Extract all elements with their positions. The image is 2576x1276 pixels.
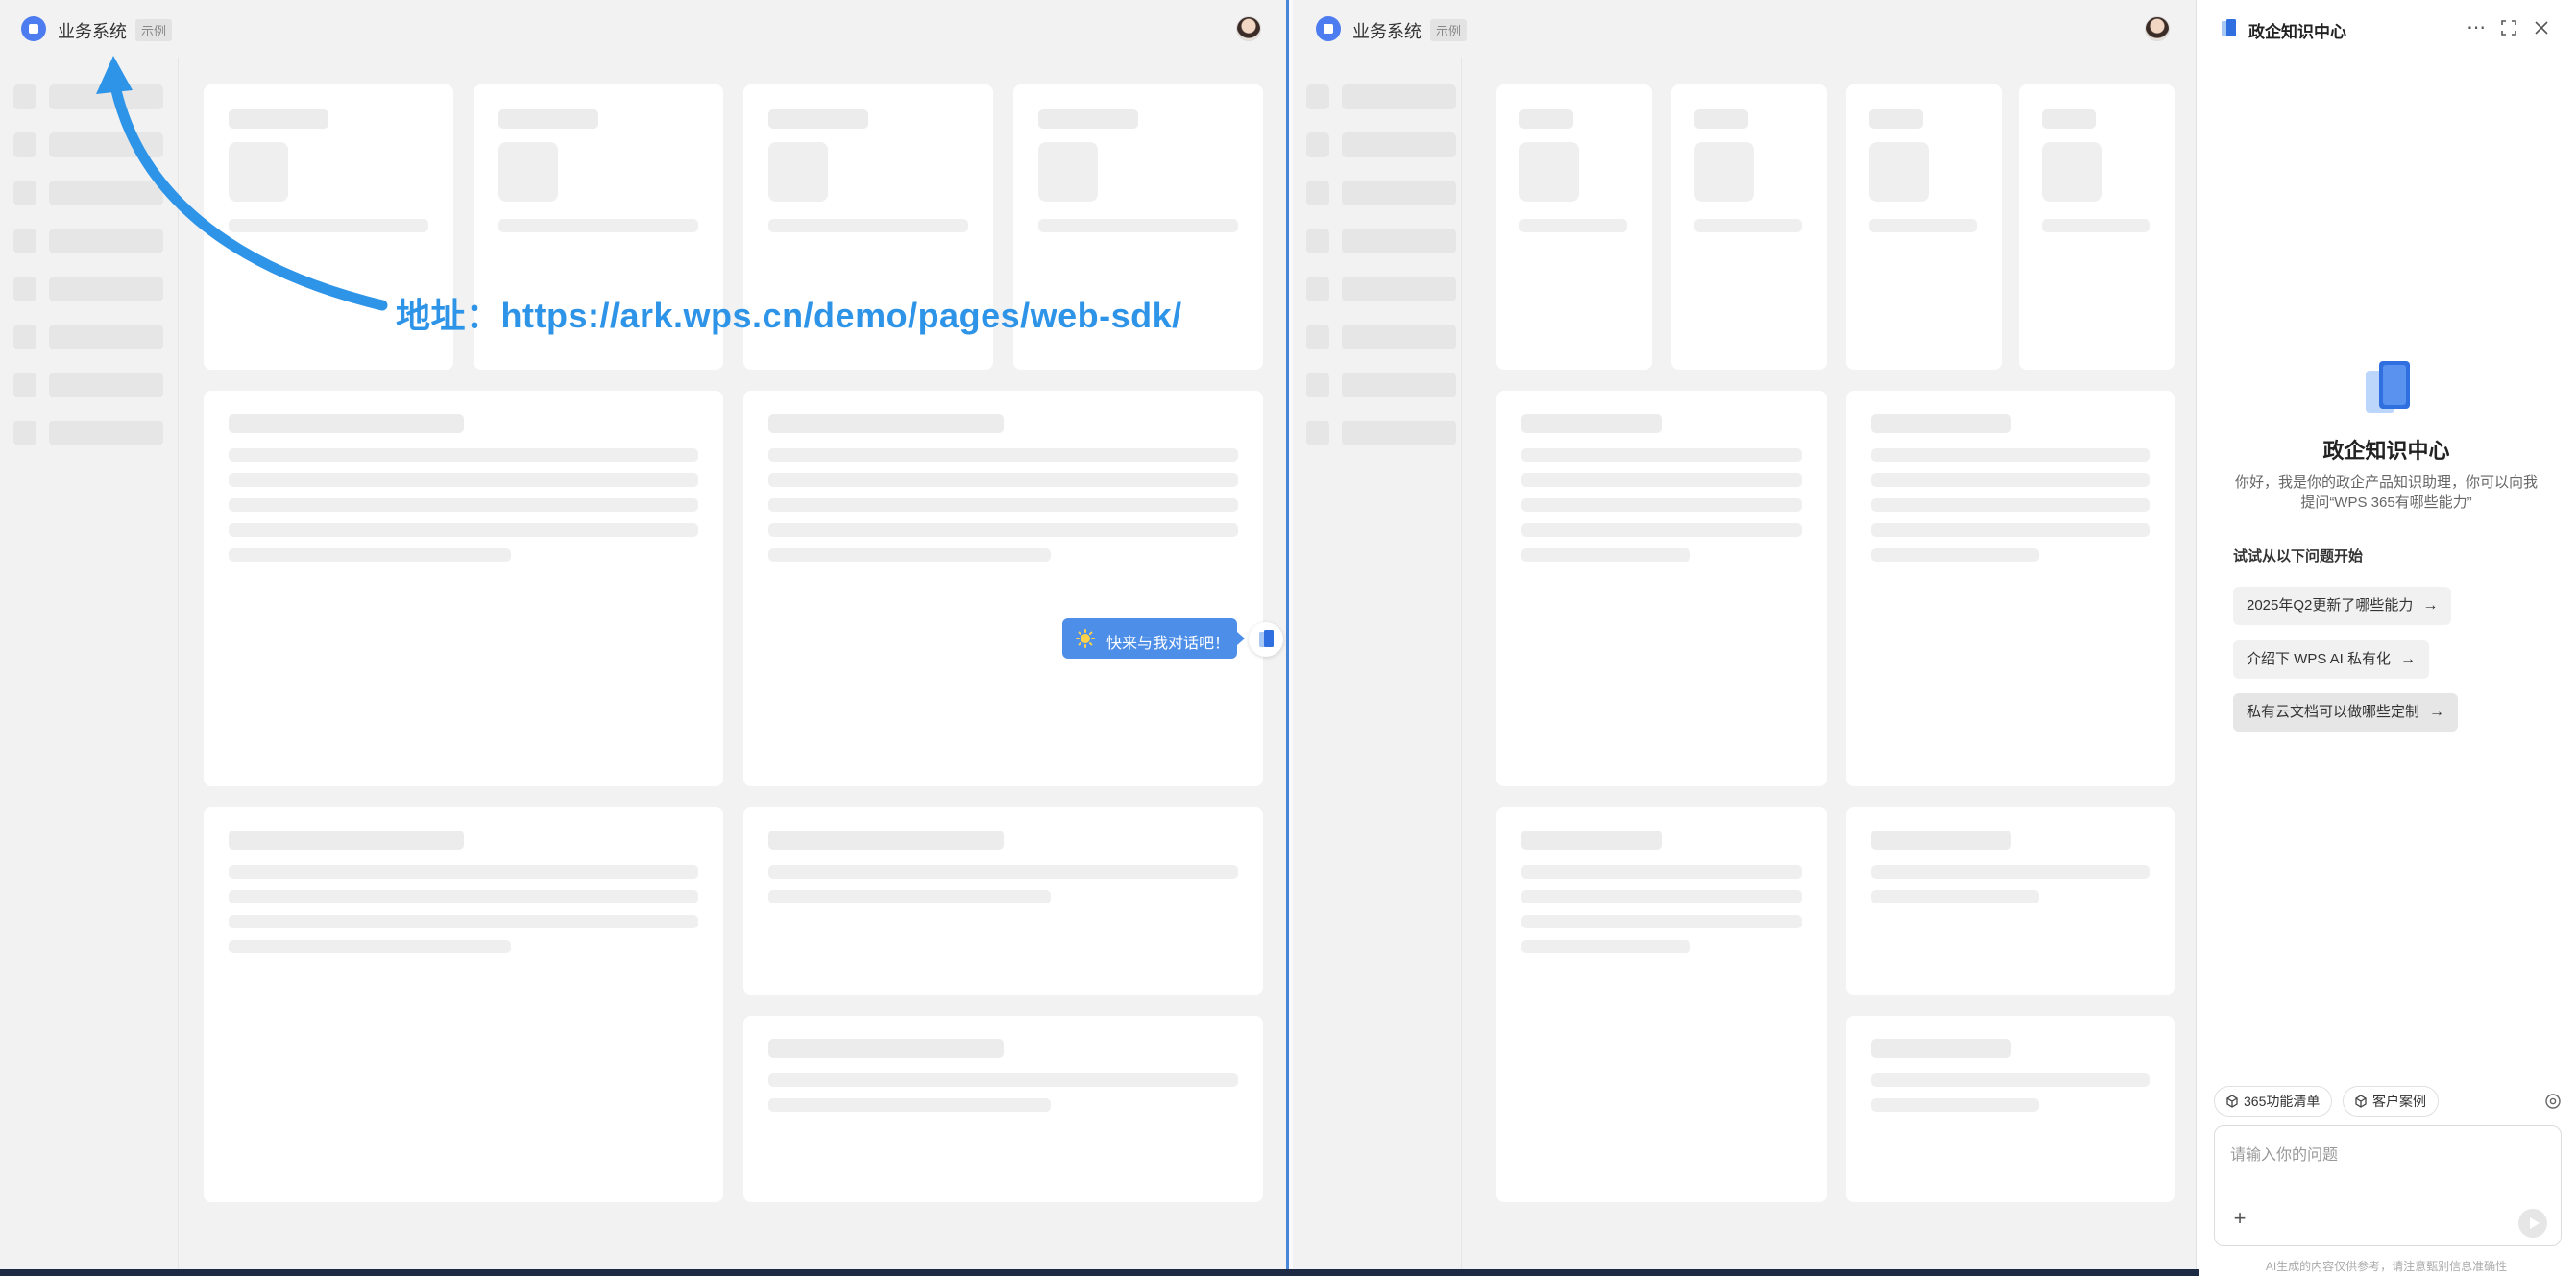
top-bar: 业务系统 示例 [1293, 0, 2196, 58]
chip-label: 365功能清单 [2244, 1094, 2321, 1109]
cube-icon [2355, 1095, 2367, 1108]
suggestion-label: 介绍下 WPS AI 私有化 [2247, 651, 2392, 667]
stat-card [1671, 84, 1827, 370]
assistant-logo-icon [1259, 630, 1274, 647]
bottom-bar [0, 1269, 2199, 1276]
content-card [204, 807, 723, 1202]
more-icon[interactable]: ⋯ [2464, 15, 2489, 40]
chip-feature-list[interactable]: 365功能清单 [2214, 1086, 2333, 1117]
pane-divider [1286, 0, 1293, 1269]
sidebar-item[interactable] [1306, 277, 1456, 301]
knowledge-center-logo-icon [2366, 361, 2410, 413]
chat-invite-label: 快来与我对话吧！ [1106, 636, 1230, 652]
suggestion-label: 私有云文档可以做哪些定制 [2247, 704, 2420, 720]
question-input-box: + [2214, 1125, 2562, 1246]
assistant-title: 政企知识中心 [2248, 23, 2346, 41]
content-card [743, 807, 1263, 995]
close-icon[interactable] [2529, 15, 2554, 40]
send-button[interactable] [2518, 1209, 2547, 1238]
expand-icon[interactable] [2496, 15, 2521, 40]
user-avatar[interactable] [1236, 16, 1261, 41]
cube-icon [2226, 1095, 2238, 1108]
chip-customer-cases[interactable]: 客户案例 [2343, 1086, 2439, 1117]
sidebar-item[interactable] [13, 325, 163, 349]
sidebar-item[interactable] [1306, 325, 1456, 349]
assistant-header: 政企知识中心 ⋯ [2197, 0, 2576, 56]
arrow-right-icon: → [2400, 651, 2417, 667]
content-card [1496, 391, 1827, 786]
content-card [743, 1016, 1263, 1202]
assistant-panel: 政企知识中心 ⋯ 政企知识中心 你好，我是你的政企产品知识助理，你可以向我提问“… [2196, 0, 2576, 1276]
hero-description: 你好，我是你的政企产品知识助理，你可以向我提问“WPS 365有哪些能力” [2235, 474, 2539, 511]
content-card [1846, 391, 2175, 786]
sidebar-item[interactable] [1306, 421, 1456, 445]
app-logo-icon [1316, 16, 1341, 41]
suggestion-button[interactable]: 介绍下 WPS AI 私有化 → [2233, 640, 2430, 679]
right-pane: 业务系统 示例 [1293, 0, 2196, 1276]
stat-card [1846, 84, 2002, 370]
sidebar-item[interactable] [1306, 373, 1456, 397]
suggestion-button[interactable]: 2025年Q2更新了哪些能力 → [2233, 587, 2452, 625]
annotation-url-text: 地址：https://ark.wps.cn/demo/pages/web-sdk… [396, 296, 1182, 335]
hero-title: 政企知识中心 [2322, 439, 2450, 463]
suggestions-heading: 试试从以下问题开始 [2233, 548, 2364, 565]
sidebar-item[interactable] [1306, 84, 1456, 109]
annotation-arrow-icon [96, 56, 388, 311]
arrow-right-icon: → [2422, 597, 2439, 614]
assistant-logo-icon [2222, 19, 2236, 36]
content-card [743, 391, 1263, 786]
arrow-right-icon: → [2429, 704, 2445, 720]
suggestion-label: 2025年Q2更新了哪些能力 [2247, 597, 2414, 614]
question-input[interactable] [2230, 1142, 2538, 1180]
stat-card [1496, 84, 1652, 370]
lightbulb-icon [1076, 629, 1095, 648]
left-pane: 业务系统 示例 地址：https://ark.wps.cn/demo/pages… [0, 0, 1286, 1276]
ai-disclaimer: AI生成的内容仅供参考，请注意甄别信息准确性 [2265, 1260, 2508, 1273]
stat-card [2019, 84, 2175, 370]
floating-assistant-button[interactable] [1249, 622, 1283, 657]
chip-label: 客户案例 [2372, 1094, 2426, 1109]
chat-invite-bubble[interactable]: 快来与我对话吧！ [1062, 618, 1245, 659]
sidebar-item[interactable] [1306, 132, 1456, 157]
mention-icon[interactable] [2544, 1093, 2562, 1110]
content-card [204, 391, 723, 786]
content-card [1846, 1016, 2175, 1202]
sidebar [1293, 58, 1462, 1276]
sidebar-item[interactable] [1306, 229, 1456, 253]
app-title: 业务系统 [1352, 22, 1422, 41]
sidebar-item[interactable] [1306, 181, 1456, 205]
sidebar-item[interactable] [13, 421, 163, 445]
plus-icon[interactable]: + [2230, 1208, 2249, 1229]
user-avatar[interactable] [2145, 16, 2170, 41]
sidebar-item[interactable] [13, 373, 163, 397]
suggestion-button[interactable]: 私有云文档可以做哪些定制 → [2233, 693, 2459, 732]
content-card [1846, 807, 2175, 995]
example-tag: 示例 [1430, 19, 1468, 41]
content-card [1496, 807, 1827, 1202]
